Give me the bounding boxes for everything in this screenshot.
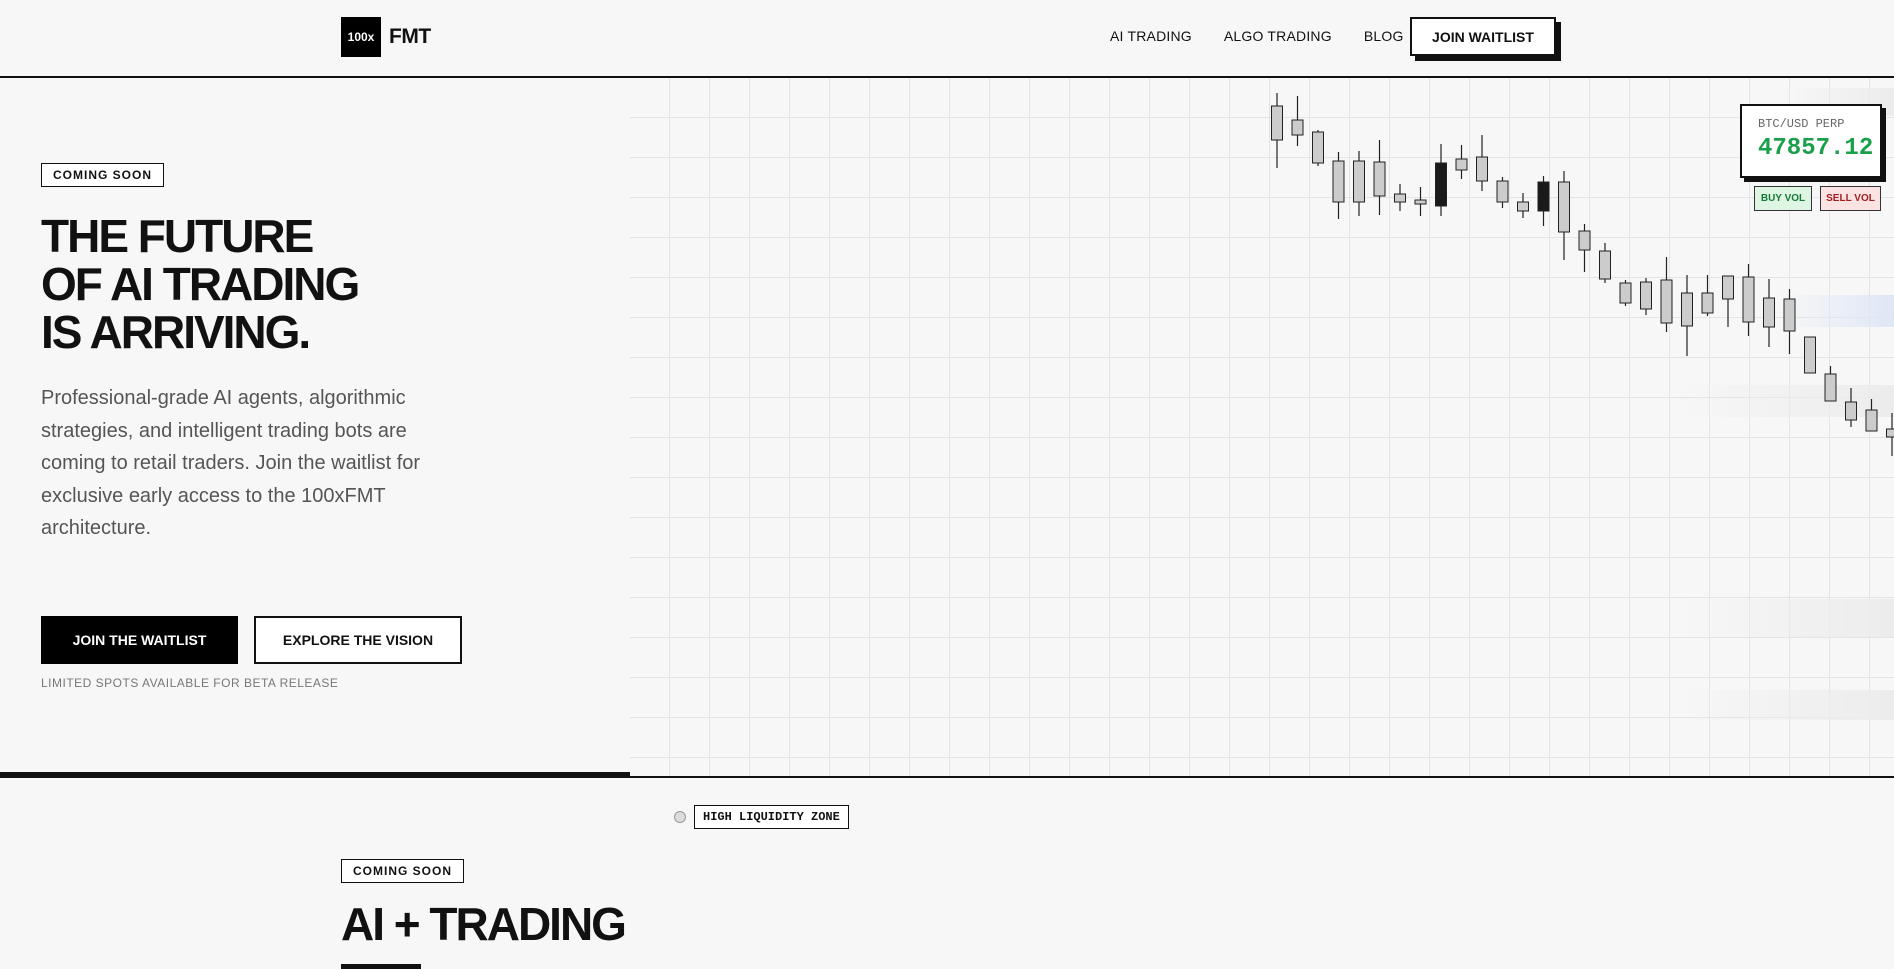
candle-body [1660,279,1673,324]
hero-title-line-2: OF AI TRADING [41,258,360,310]
section-title-underline [341,964,421,969]
candle-body [1578,230,1591,251]
candle-body [1845,401,1857,421]
candle-body [1435,162,1447,207]
join-the-waitlist-button[interactable]: JOIN THE WAITLIST [41,616,238,664]
beta-note: LIMITED SPOTS AVAILABLE FOR BETA RELEASE [41,676,339,690]
candle-body [1865,409,1878,432]
candle-body [1619,282,1632,304]
liquidity-dot-icon [674,811,686,823]
candle-body [1455,158,1468,171]
candle-body [1640,281,1652,310]
candlestick-chart [630,78,1894,776]
candle-body [1742,276,1755,323]
candle-body [1681,292,1693,327]
hero-section: COMING SOON THE FUTURE OF AI TRADING IS … [0,78,1894,829]
section-title: AI + TRADING [341,898,627,950]
candle-body [1763,297,1775,328]
hero-content: COMING SOON THE FUTURE OF AI TRADING IS … [0,78,630,776]
candlestick-svg [1271,88,1894,720]
candle-body [1517,201,1529,212]
candle-body [1271,105,1283,141]
nav-link-algo-trading[interactable]: ALGO TRADING [1224,28,1332,44]
sell-volume-tag: SELL VOL [1820,186,1881,211]
explore-the-vision-button[interactable]: EXPLORE THE VISION [254,616,462,664]
hero-title-line-1: THE FUTURE [41,210,314,262]
candle-body [1312,131,1324,164]
ticker-pair: BTC/USD PERP [1758,117,1845,131]
ticker-price: 47857.12 [1758,135,1874,162]
candle-body [1537,181,1550,212]
hero-title-line-3: IS ARRIVING. [41,306,311,358]
logo-mark: 100x [341,17,381,57]
candle-body [1783,298,1796,332]
nav-link-blog[interactable]: BLOG [1364,28,1404,44]
coming-soon-badge: COMING SOON [41,163,165,187]
candle-body [1476,156,1488,182]
main-nav: AI TRADING ALGO TRADING BLOG [1110,28,1404,44]
candle-body [1373,161,1386,197]
candle-body [1804,336,1816,374]
candle-body [1701,292,1714,314]
candle-body [1414,199,1427,205]
join-waitlist-nav-button[interactable]: JOIN WAITLIST [1410,17,1556,56]
site-header: 100x FMT AI TRADING ALGO TRADING BLOG JO… [0,0,1894,78]
liquidity-band [1680,385,1894,417]
candle-body [1599,250,1611,280]
candle-body [1353,160,1365,203]
buy-volume-tag: BUY VOL [1754,186,1812,211]
logo-text: FMT [389,25,431,48]
candle-body [1886,428,1894,438]
liquidity-zone-label: HIGH LIQUIDITY ZONE [694,805,849,829]
liquidity-zone-marker: HIGH LIQUIDITY ZONE [674,805,849,829]
liquidity-band [1680,599,1894,637]
hero-description: Professional-grade AI agents, algorithmi… [41,387,421,539]
logo[interactable]: 100x FMT [341,17,431,57]
candle-body [1291,119,1304,136]
price-ticker: BTC/USD PERP 47857.12 [1740,104,1882,178]
candle-body [1496,180,1509,203]
candle-body [1332,160,1345,203]
liquidity-band [1680,690,1894,720]
candle-body [1722,275,1734,300]
candle-body [1824,373,1837,402]
nav-link-ai-trading[interactable]: AI TRADING [1110,28,1192,44]
candle-body [1394,193,1406,203]
liquidity-band [1780,295,1894,327]
hero-title: THE FUTURE OF AI TRADING IS ARRIVING. [41,210,360,358]
section-coming-soon-badge: COMING SOON [341,859,465,883]
candle-body [1558,181,1570,233]
